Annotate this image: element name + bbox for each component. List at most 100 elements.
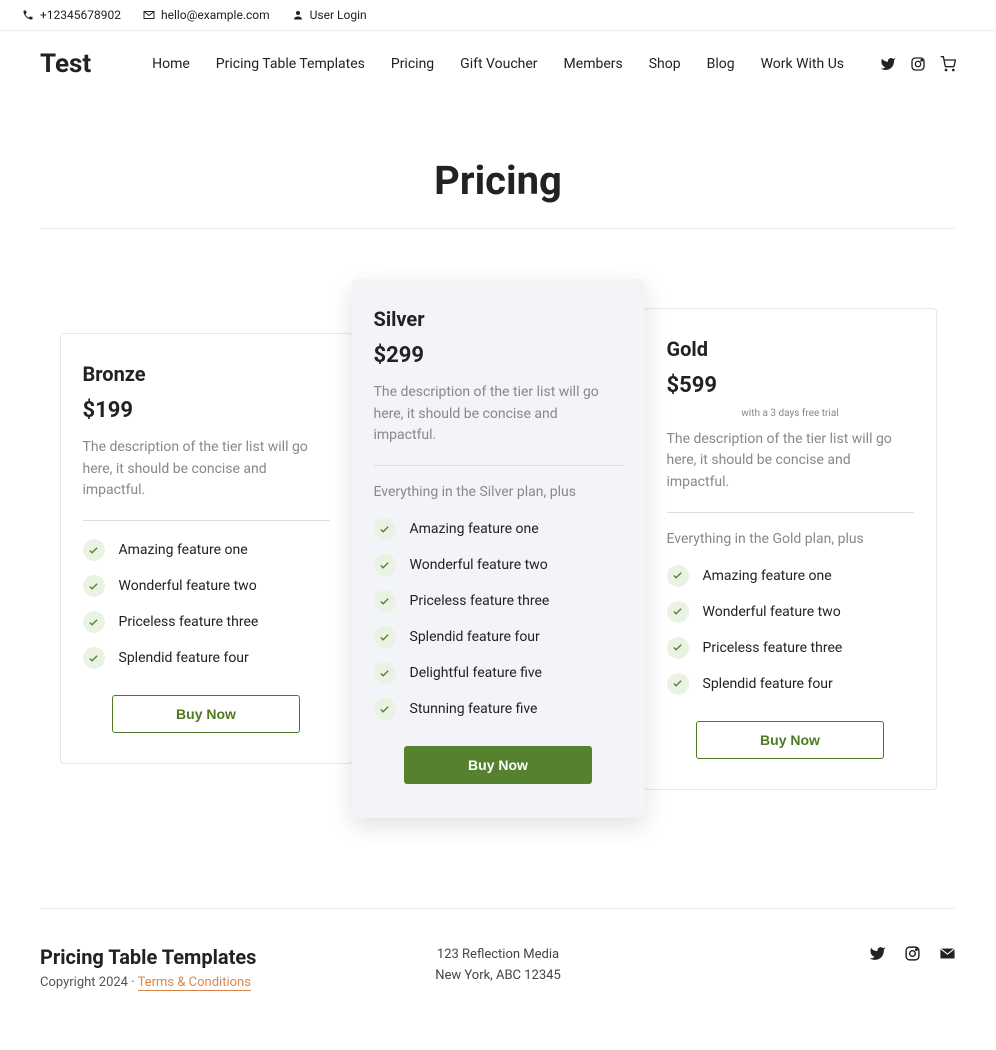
feature-item: Priceless feature three (667, 637, 914, 659)
address-line-1: 123 Reflection Media (345, 945, 650, 966)
nav-work-with-us[interactable]: Work With Us (761, 56, 844, 72)
feature-text: Splendid feature four (410, 629, 540, 645)
feature-item: Wonderful feature two (667, 601, 914, 623)
footer-copyright: Copyright 2024 · Terms & Conditions (40, 975, 345, 990)
footer-title: Pricing Table Templates (40, 945, 345, 969)
feature-item: Priceless feature three (374, 590, 623, 612)
plan-gold: Gold $599 with a 3 days free trial The d… (644, 308, 937, 790)
feature-item: Delightful feature five (374, 662, 623, 684)
feature-list: Amazing feature one Wonderful feature tw… (374, 518, 623, 720)
feature-item: Amazing feature one (83, 539, 330, 561)
plan-name: Bronze (83, 362, 330, 386)
instagram-icon[interactable] (904, 945, 921, 962)
topbar-phone-text: +12345678902 (40, 8, 121, 22)
check-icon (667, 565, 689, 587)
nav-home[interactable]: Home (152, 56, 190, 72)
plan-name: Silver (374, 307, 623, 331)
footer-left: Pricing Table Templates Copyright 2024 ·… (40, 945, 345, 990)
nav-members[interactable]: Members (564, 56, 623, 72)
check-icon (374, 590, 396, 612)
feature-item: Wonderful feature two (83, 575, 330, 597)
feature-item: Splendid feature four (83, 647, 330, 669)
nav-shop[interactable]: Shop (649, 56, 681, 72)
header: Test Home Pricing Table Templates Pricin… (0, 31, 996, 97)
buy-button[interactable]: Buy Now (112, 695, 300, 733)
feature-text: Wonderful feature two (703, 604, 841, 620)
buy-button[interactable]: Buy Now (404, 746, 592, 784)
separator (374, 465, 623, 466)
phone-icon (22, 9, 34, 21)
twitter-icon[interactable] (869, 945, 886, 962)
separator (83, 520, 330, 521)
check-icon (374, 698, 396, 720)
check-icon (667, 601, 689, 623)
topbar: +12345678902 hello@example.com User Logi… (0, 0, 996, 31)
buy-button[interactable]: Buy Now (696, 721, 884, 759)
nav-gift-voucher[interactable]: Gift Voucher (460, 56, 537, 72)
check-icon (83, 647, 105, 669)
topbar-email[interactable]: hello@example.com (143, 8, 270, 22)
feature-item: Splendid feature four (667, 673, 914, 695)
feature-text: Wonderful feature two (410, 557, 548, 573)
plan-silver: Silver $299 The description of the tier … (352, 279, 645, 818)
feature-list: Amazing feature one Wonderful feature tw… (83, 539, 330, 669)
feature-text: Priceless feature three (410, 593, 550, 609)
feature-item: Amazing feature one (374, 518, 623, 540)
check-icon (83, 575, 105, 597)
check-icon (374, 662, 396, 684)
plan-subheading: Everything in the Silver plan, plus (374, 484, 623, 500)
feature-text: Amazing feature one (119, 542, 248, 558)
plan-desc: The description of the tier list will go… (83, 437, 330, 502)
feature-text: Amazing feature one (410, 521, 539, 537)
check-icon (83, 611, 105, 633)
topbar-login-text: User Login (310, 8, 367, 22)
feature-text: Priceless feature three (703, 640, 843, 656)
address-line-2: New York, ABC 12345 (345, 966, 650, 987)
nav-pricing[interactable]: Pricing (391, 56, 434, 72)
topbar-email-text: hello@example.com (161, 8, 270, 22)
envelope-icon (143, 9, 155, 21)
plan-desc: The description of the tier list will go… (667, 429, 914, 494)
footer-social (651, 945, 956, 990)
plan-desc: The description of the tier list will go… (374, 382, 623, 447)
plan-name: Gold (667, 337, 914, 361)
check-icon (374, 626, 396, 648)
cart-icon[interactable] (940, 56, 956, 72)
topbar-login[interactable]: User Login (292, 8, 367, 22)
feature-text: Priceless feature three (119, 614, 259, 630)
plan-subheading: Everything in the Gold plan, plus (667, 531, 914, 547)
feature-text: Splendid feature four (703, 676, 833, 692)
feature-text: Splendid feature four (119, 650, 249, 666)
feature-item: Priceless feature three (83, 611, 330, 633)
topbar-phone[interactable]: +12345678902 (22, 8, 121, 22)
check-icon (667, 673, 689, 695)
feature-text: Delightful feature five (410, 665, 542, 681)
feature-text: Wonderful feature two (119, 578, 257, 594)
plan-bronze: Bronze $199 The description of the tier … (60, 333, 353, 764)
envelope-icon[interactable] (939, 945, 956, 962)
check-icon (374, 518, 396, 540)
pricing-grid: Bronze $199 The description of the tier … (0, 229, 996, 908)
nav-pricing-templates[interactable]: Pricing Table Templates (216, 56, 365, 72)
plan-badge: with a 3 days free trial (667, 408, 914, 419)
page-title: Pricing (0, 157, 996, 204)
twitter-icon[interactable] (880, 56, 896, 72)
nav-blog[interactable]: Blog (707, 56, 735, 72)
footer: Pricing Table Templates Copyright 2024 ·… (40, 908, 956, 1050)
feature-list: Amazing feature one Wonderful feature tw… (667, 565, 914, 695)
terms-link[interactable]: Terms & Conditions (138, 975, 251, 991)
separator (667, 512, 914, 513)
feature-item: Splendid feature four (374, 626, 623, 648)
feature-item: Wonderful feature two (374, 554, 623, 576)
footer-address: 123 Reflection Media New York, ABC 12345 (345, 945, 650, 990)
instagram-icon[interactable] (910, 56, 926, 72)
logo[interactable]: Test (40, 49, 91, 79)
check-icon (83, 539, 105, 561)
copyright-text: Copyright 2024 · (40, 975, 138, 990)
feature-item: Stunning feature five (374, 698, 623, 720)
check-icon (374, 554, 396, 576)
feature-text: Stunning feature five (410, 701, 538, 717)
plan-price: $199 (83, 398, 330, 423)
feature-item: Amazing feature one (667, 565, 914, 587)
nav-icons (880, 56, 956, 72)
